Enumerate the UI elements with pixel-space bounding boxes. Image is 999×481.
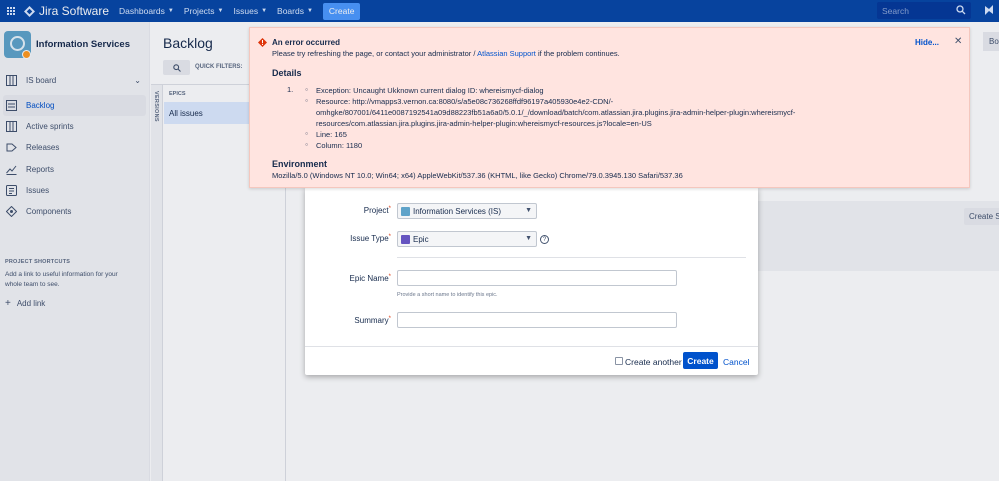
error-message-suffix: if the problem continues.: [535, 49, 620, 58]
resource-line-end: resources/com.atlassian.jira.plugins.jir…: [316, 119, 652, 128]
list-number: 1.: [287, 85, 294, 94]
line-number: Line: 165: [305, 129, 865, 140]
create-another-label[interactable]: Create another: [625, 357, 682, 367]
project-select-value: Information Services (IS): [413, 206, 502, 216]
issue-type-field-label: Issue Type*: [350, 234, 391, 243]
details-heading: Details: [272, 68, 302, 78]
project-field-label: Project*: [363, 206, 391, 215]
resource-line-continued: omhgke/807001/6411e0087192541a09d88223fb…: [316, 108, 796, 117]
epic-name-hint: Provide a short name to identify this ep…: [397, 292, 498, 298]
project-select[interactable]: Information Services (IS) ▼: [397, 203, 537, 219]
environment-heading: Environment: [272, 159, 328, 169]
create-button[interactable]: Create: [683, 352, 718, 369]
create-another-checkbox[interactable]: [615, 357, 623, 365]
form-divider: [397, 257, 746, 258]
error-icon: [258, 38, 267, 47]
hide-details-link[interactable]: Hide...: [915, 38, 939, 47]
epic-name-label-text: Epic Name: [349, 274, 389, 283]
error-message: Please try refreshing the page, or conta…: [272, 49, 620, 58]
exception-line: Exception: Uncaught Ukknown current dial…: [305, 85, 865, 96]
cancel-link[interactable]: Cancel: [723, 357, 749, 367]
error-details-list: Exception: Uncaught Ukknown current dial…: [305, 85, 865, 151]
error-flag: An error occurred Please try refreshing …: [249, 27, 970, 188]
chevron-down-icon: ▼: [525, 207, 532, 214]
environment-text: Mozilla/5.0 (Windows NT 10.0; Win64; x64…: [272, 171, 683, 180]
issue-type-label-text: Issue Type: [350, 234, 389, 243]
summary-label-text: Summary: [354, 316, 389, 325]
chevron-down-icon: ▼: [525, 235, 532, 242]
close-icon[interactable]: ✕: [954, 36, 962, 47]
issue-type-select-value: Epic: [413, 234, 429, 244]
summary-input[interactable]: [397, 312, 677, 328]
issue-type-select[interactable]: Epic ▼: [397, 231, 537, 247]
atlassian-support-link[interactable]: Atlassian Support: [477, 49, 536, 58]
error-message-text: Please try refreshing the page, or conta…: [272, 49, 478, 58]
summary-field-label: Summary*: [354, 316, 391, 325]
create-issue-dialog: Project* Information Services (IS) ▼ Iss…: [305, 187, 758, 375]
column-number: Column: 1180: [305, 140, 865, 151]
epic-icon: [401, 234, 410, 244]
project-label-text: Project: [363, 206, 389, 215]
project-avatar-icon: [401, 206, 410, 216]
dialog-footer: Create another Create Cancel: [305, 346, 758, 375]
help-icon[interactable]: ?: [540, 235, 549, 244]
resource-line: Resource: http://vmapps3.vernon.ca:8080/…: [305, 96, 865, 107]
error-title: An error occurred: [272, 38, 341, 47]
epic-name-field-label: Epic Name*: [349, 274, 391, 283]
epic-name-input[interactable]: [397, 270, 677, 286]
